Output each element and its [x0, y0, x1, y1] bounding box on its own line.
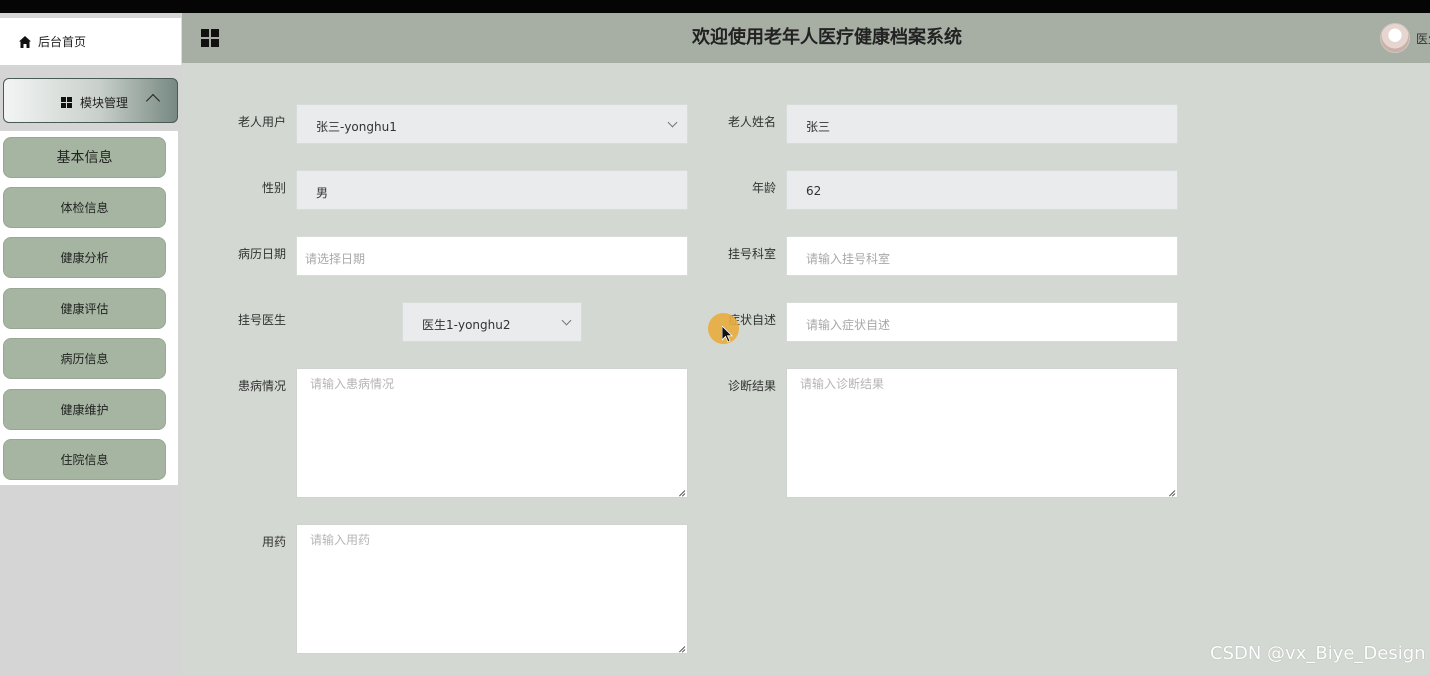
sidebar-item-checkup-info[interactable]: 体检信息 [3, 187, 166, 228]
elder-name-field[interactable]: 张三 [786, 104, 1178, 144]
sidebar-home[interactable]: 后台首页 [0, 18, 182, 65]
department-input[interactable]: 请输入挂号科室 [786, 236, 1178, 276]
sidebar-item-basic-info[interactable]: 基本信息 [3, 137, 166, 178]
gender-field[interactable]: 男 [296, 170, 688, 210]
resize-handle-icon[interactable] [677, 487, 686, 497]
diagnosis-label: 诊断结果 [727, 379, 776, 393]
diagnosis-placeholder: 请输入诊断结果 [800, 377, 885, 391]
avatar[interactable] [1380, 23, 1410, 53]
elder-user-value: 张三-yonghu1 [316, 120, 397, 134]
chevron-down-icon [561, 315, 572, 326]
doctor-label: 挂号医生 [237, 313, 286, 327]
condition-textarea[interactable]: 请输入患病情况 [296, 368, 688, 498]
medication-label: 用药 [261, 535, 286, 549]
app-window: 欢迎使用老年人医疗健康档案系统 医生 后台首页 模块管理 基本信息 体检信息 健… [0, 13, 1430, 675]
symptoms-placeholder: 请输入症状自述 [806, 318, 891, 332]
sidebar-home-label: 后台首页 [38, 35, 87, 49]
elder-name-value: 张三 [806, 120, 831, 134]
age-value: 62 [806, 184, 822, 198]
diagnosis-textarea[interactable]: 请输入诊断结果 [786, 368, 1178, 498]
record-date-picker[interactable]: 请选择日期 [296, 236, 688, 276]
age-field[interactable]: 62 [786, 170, 1178, 210]
sidebar-item-health-assessment[interactable]: 健康评估 [3, 288, 166, 329]
top-header: 欢迎使用老年人医疗健康档案系统 医生 [182, 13, 1430, 63]
resize-handle-icon[interactable] [1167, 487, 1176, 497]
doctor-select[interactable]: 医生1-yonghu2 [402, 302, 582, 342]
mouse-cursor-icon [722, 326, 733, 343]
age-label: 年龄 [751, 181, 776, 195]
condition-placeholder: 请输入患病情况 [310, 377, 395, 391]
condition-label: 患病情况 [237, 379, 286, 393]
sidebar-submenu: 基本信息 体检信息 健康分析 健康评估 病历信息 健康维护 住院信息 [0, 131, 178, 485]
doctor-value: 医生1-yonghu2 [422, 318, 511, 332]
record-date-label: 病历日期 [237, 247, 286, 261]
sidebar-module-label: 模块管理 [80, 96, 129, 110]
sidebar-item-health-analysis[interactable]: 健康分析 [3, 237, 166, 278]
medication-placeholder: 请输入用药 [310, 533, 371, 547]
home-icon [19, 36, 31, 48]
gender-value: 男 [316, 186, 329, 200]
sidebar-item-hospitalization[interactable]: 住院信息 [3, 439, 166, 480]
chevron-up-icon [145, 93, 161, 109]
resize-handle-icon[interactable] [677, 643, 686, 653]
elder-user-label: 老人用户 [237, 115, 286, 129]
medication-textarea[interactable]: 请输入用药 [296, 524, 688, 654]
elder-name-label: 老人姓名 [727, 115, 776, 129]
screen-top-bar [0, 0, 1430, 13]
page-title: 欢迎使用老年人医疗健康档案系统 [692, 27, 962, 48]
sidebar-item-medical-records[interactable]: 病历信息 [3, 338, 166, 379]
module-grid-icon [61, 97, 72, 108]
gender-label: 性别 [261, 181, 286, 195]
sidebar-module-toggle[interactable]: 模块管理 [3, 78, 178, 123]
sidebar-item-health-maintenance[interactable]: 健康维护 [3, 389, 166, 430]
sidebar: 后台首页 模块管理 基本信息 体检信息 健康分析 健康评估 病历信息 健康维护 … [0, 13, 182, 675]
chevron-down-icon [667, 117, 678, 128]
department-placeholder: 请输入挂号科室 [806, 252, 891, 266]
elder-user-select[interactable]: 张三-yonghu1 [296, 104, 688, 144]
symptoms-input[interactable]: 请输入症状自述 [786, 302, 1178, 342]
department-label: 挂号科室 [727, 247, 776, 261]
watermark: CSDN @vx_Biye_Design [1210, 643, 1426, 664]
user-name[interactable]: 医生 [1416, 30, 1430, 47]
record-date-placeholder: 请选择日期 [305, 252, 366, 266]
